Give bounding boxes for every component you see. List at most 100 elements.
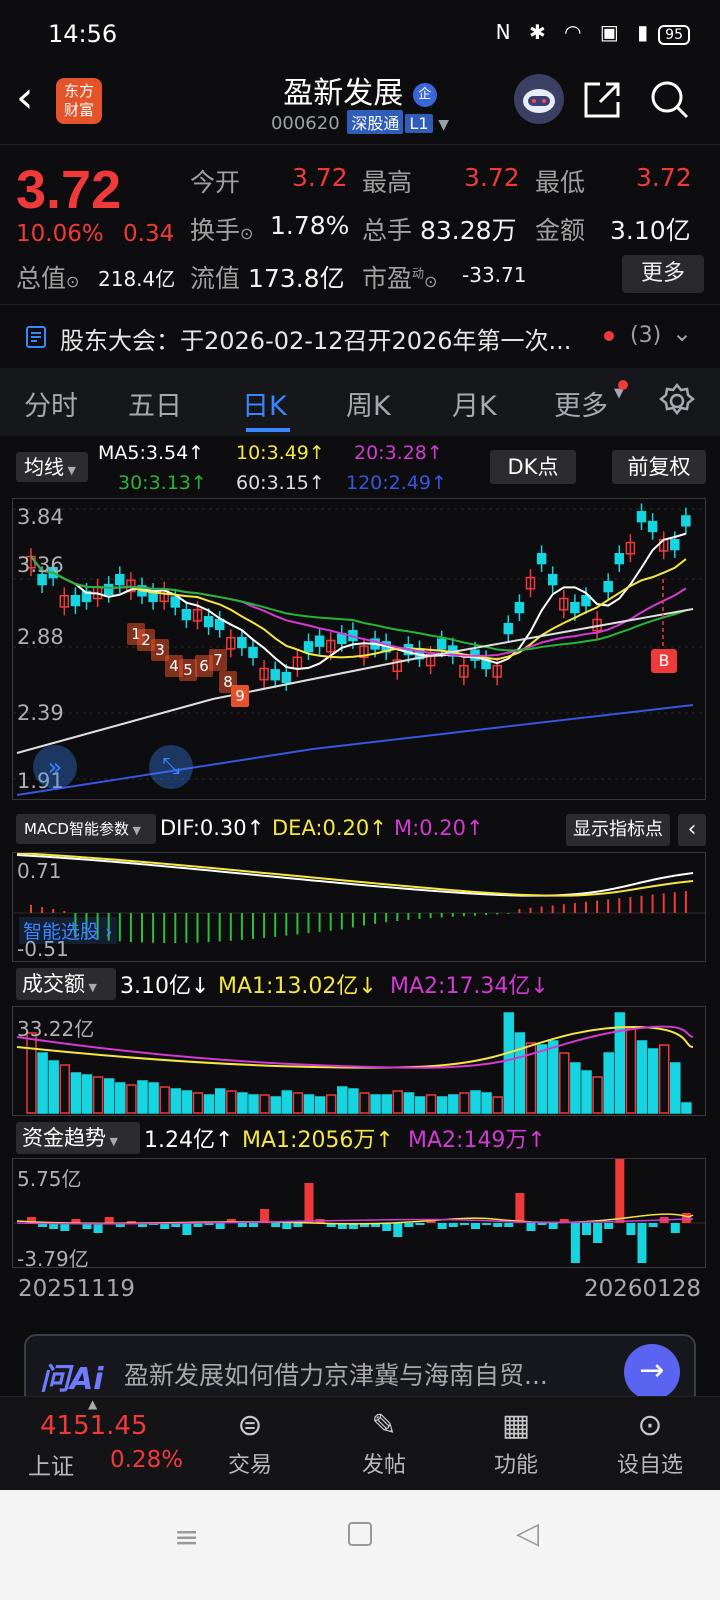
fund-bar <box>93 1223 103 1233</box>
fund-bar <box>382 1223 392 1231</box>
candle-body <box>570 601 580 614</box>
volume-bar <box>70 1072 82 1114</box>
show-points-button[interactable]: 显示指标点 <box>566 814 670 846</box>
tab-more[interactable]: 更多 <box>554 384 608 423</box>
volume-bar <box>314 1096 326 1114</box>
amount-value: 3.10亿 <box>610 216 691 245</box>
expand-left-icon[interactable]: » <box>33 745 77 789</box>
settings-gear-icon[interactable] <box>658 382 696 420</box>
app-header: ‹ 东方 财富 盈新发展 企 000620 深股通 L1 ▼ <box>0 60 720 144</box>
info-icon[interactable]: ⊙ <box>66 272 79 291</box>
ma10-label: 10:3.49↑ <box>236 442 325 464</box>
buy-marker[interactable]: B <box>651 649 677 673</box>
volume-bar <box>459 1092 470 1114</box>
date-end: 20260128 <box>584 1276 702 1302</box>
fund-type-button[interactable]: 资金趋势 ▼ <box>16 1122 140 1154</box>
back-triangle-icon[interactable]: ◁ <box>516 1516 539 1551</box>
tab-monthly-k[interactable]: 月K <box>452 384 497 423</box>
more-dots-icon: ⊙ <box>637 1408 663 1443</box>
dk-point-button[interactable]: DK点 <box>490 450 576 484</box>
high-label: 最高 <box>362 168 413 197</box>
info-icon[interactable]: ⊙ <box>424 272 437 291</box>
volume-bar <box>115 1082 126 1114</box>
index-value[interactable]: 4151.45 <box>40 1411 148 1441</box>
status-icons: N ✱ ◠ ▣ ▮ 95 <box>496 20 690 45</box>
tab-weekly-k[interactable]: 周K <box>346 384 391 423</box>
notice-dot <box>604 331 614 341</box>
last-price: 3.72 <box>16 160 122 220</box>
fund-bar <box>582 1223 591 1235</box>
nav-add-watch[interactable]: ⊙ 设自选 <box>600 1409 700 1479</box>
search-icon[interactable] <box>648 78 692 122</box>
tab-daily-k[interactable]: 日K <box>242 384 287 423</box>
info-icon[interactable]: ⊙ <box>240 224 253 243</box>
candle-body <box>70 594 81 607</box>
fund-bar <box>537 1223 547 1225</box>
volume-bar <box>647 1048 659 1114</box>
stock-name: 盈新发展 <box>283 76 404 111</box>
tab-intraday[interactable]: 分时 <box>24 384 78 423</box>
candle-body <box>237 636 247 649</box>
fund-bar <box>637 1223 647 1263</box>
volume-label: 总手 <box>362 216 413 245</box>
volume-bar <box>392 1090 404 1114</box>
fund-bar <box>648 1223 658 1227</box>
volume-type-button[interactable]: 成交额 ▼ <box>16 968 116 1000</box>
adjust-button[interactable]: 前复权 <box>612 450 706 484</box>
volume-bar <box>248 1094 259 1114</box>
nav-function-label: 功能 <box>493 1453 538 1478</box>
volume-bar <box>581 1070 592 1114</box>
tab-five-day[interactable]: 五日 <box>128 384 182 423</box>
home-icon[interactable] <box>348 1522 372 1546</box>
collapse-chevron-icon[interactable]: ‹ <box>678 814 706 846</box>
fullscreen-icon[interactable]: ⤡ <box>149 745 193 789</box>
smart-pick-button[interactable]: 智能选股 › <box>19 917 117 944</box>
macd-param-label: MACD智能参数 <box>24 820 129 838</box>
nav-function[interactable]: ▦ 功能 <box>466 1409 566 1479</box>
volume-bar <box>370 1094 381 1114</box>
ma120-label: 120:2.49↑ <box>346 472 447 494</box>
ma5-label: MA5:3.54↑ <box>98 442 205 464</box>
fund-ma1: MA1:2056万↑ <box>242 1128 394 1153</box>
menu-icon[interactable]: ≡ <box>174 1520 199 1555</box>
fund-bar <box>626 1223 636 1235</box>
edit-icon: ✎ <box>371 1408 397 1443</box>
status-bar: 14:56 N ✱ ◠ ▣ ▮ 95 <box>0 0 720 60</box>
macd-chart[interactable]: 0.71 -0.51 智能选股 › <box>12 852 706 962</box>
fund-bar <box>237 1223 247 1227</box>
fund-chart[interactable]: 5.75亿 -3.79亿 <box>12 1158 706 1271</box>
candle-body <box>436 638 447 650</box>
nav-trade[interactable]: ⊜ 交易 <box>200 1409 300 1479</box>
robot-assistant-icon[interactable] <box>514 74 564 124</box>
y-tick-3: 2.88 <box>17 625 64 649</box>
volume-bar <box>259 1094 270 1114</box>
kline-chart[interactable]: 3.84 3.36 2.88 2.39 1.91 123456789 B » ⤡ <box>12 498 706 800</box>
send-arrow-icon[interactable]: → <box>624 1344 680 1400</box>
ma-button[interactable]: 均线 ▼ <box>16 452 88 482</box>
fund-bar <box>604 1223 614 1229</box>
tab-more-dot <box>618 380 628 390</box>
candle-body <box>303 641 314 653</box>
notice-bar[interactable]: 股东大会：于2026-02-12召开2026年第一次... (3) ⌄ <box>0 304 720 368</box>
volume-chart[interactable]: 33.22亿 <box>12 1006 706 1116</box>
fund-ma2: MA2:149万↑ <box>408 1128 546 1153</box>
volume-bar <box>658 1044 670 1114</box>
nav-post[interactable]: ✎ 发帖 <box>334 1409 434 1479</box>
fund-bar <box>393 1223 403 1237</box>
volume-bar <box>292 1092 304 1114</box>
volume-bar <box>514 1032 526 1114</box>
chevron-down-icon: ⌄ <box>672 319 693 347</box>
pe-label-text: 市盈 <box>362 264 413 293</box>
macd-param-button[interactable]: MACD智能参数 ▼ <box>16 814 156 844</box>
candle-body <box>270 669 280 681</box>
volume-bar <box>59 1064 71 1114</box>
candle-body <box>614 553 625 565</box>
fund-bar <box>526 1223 536 1231</box>
fund-bar <box>415 1223 425 1225</box>
nav-add-watch-label: 设自选 <box>616 1453 683 1478</box>
more-button[interactable]: 更多 <box>622 255 704 293</box>
volume-bar <box>170 1088 182 1114</box>
volume-bar <box>414 1096 426 1114</box>
volume-value: 3.10亿↓ <box>120 974 210 999</box>
share-icon[interactable] <box>580 78 624 122</box>
